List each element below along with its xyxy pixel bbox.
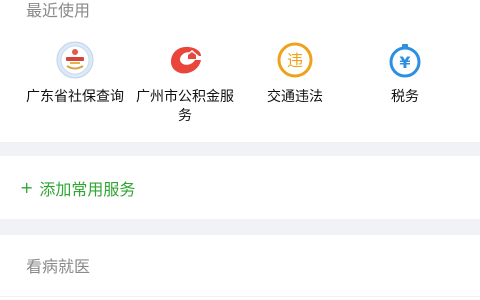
service-item-housing-fund[interactable]: 广州市公积金服务 (135, 40, 235, 140)
recent-services-grid: 广东省社保查询 广州市公积金服务 违 交通违法 ¥ 税务 (0, 40, 480, 140)
health-section-title: 看病就医 (26, 257, 91, 276)
add-common-service-label: 添加常用服务 (39, 179, 136, 199)
plus-icon: + (20, 177, 34, 197)
traffic-violation-icon: 违 (275, 40, 315, 80)
services-page: 最近使用 广东省社保查询 广州市公积金服务 违 交通违法 ¥ 税务 + 添加常用… (0, 0, 480, 300)
housing-fund-logo-icon (165, 40, 205, 80)
service-label-social-security: 广东省社保查询 (26, 89, 124, 105)
tax-yen-icon: ¥ (385, 40, 425, 80)
service-label-housing-fund: 广州市公积金服务 (136, 89, 234, 124)
service-item-social-security[interactable]: 广东省社保查询 (25, 40, 125, 140)
svg-text:违: 违 (287, 51, 303, 70)
section-separator (0, 219, 480, 235)
service-item-traffic-violation[interactable]: 违 交通违法 (245, 40, 345, 140)
divider (0, 296, 480, 297)
service-label-tax: 税务 (391, 89, 419, 105)
service-label-traffic-violation: 交通违法 (267, 89, 323, 105)
social-security-seal-icon (55, 40, 95, 80)
recent-section-title: 最近使用 (26, 1, 91, 20)
section-separator (0, 142, 480, 156)
service-item-tax[interactable]: ¥ 税务 (355, 40, 455, 140)
add-common-service-button[interactable]: + 添加常用服务 (0, 156, 480, 219)
svg-text:¥: ¥ (399, 53, 410, 72)
